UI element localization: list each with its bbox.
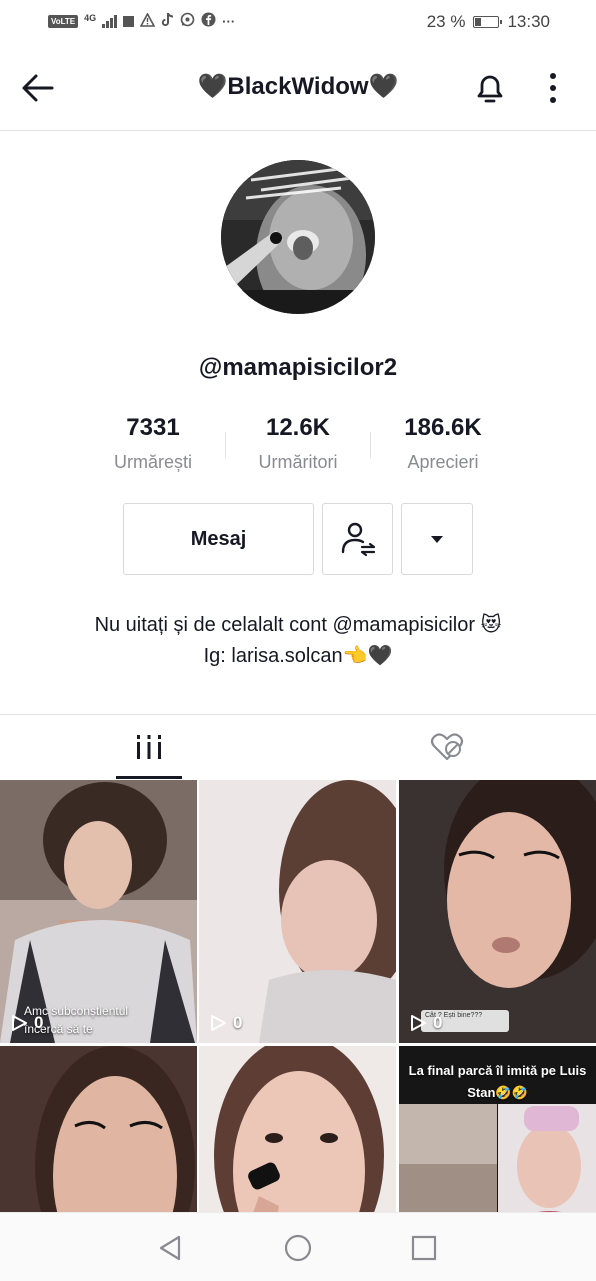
view-count: 0: [10, 1013, 43, 1033]
video-caption: La final parcă îl imită pe Luis Stan🤣🤣: [408, 1063, 587, 1100]
more-notifications-icon: ···: [222, 13, 236, 29]
more-options-button[interactable]: [536, 68, 572, 112]
more-vertical-icon: [550, 73, 556, 103]
avatar[interactable]: [221, 160, 375, 314]
nav-home-button[interactable]: [281, 1231, 315, 1265]
suggestions-dropdown-button[interactable]: [401, 503, 473, 575]
battery-percent: 23 %: [426, 12, 466, 31]
tiktok-icon: [161, 12, 174, 30]
following-label: Urmărești: [113, 452, 192, 472]
view-count-value: 0: [433, 1013, 443, 1032]
bio-line: Nu uitați și de celalalt cont @mamapisic…: [94, 614, 502, 636]
following-status-button[interactable]: [322, 503, 393, 575]
network-type: 4G: [84, 13, 97, 23]
video-grid: Amc subconștientul încercă să te 0 0 Cât…: [0, 780, 596, 1212]
video-caption: Amc subconștientul încercă să te: [24, 1004, 129, 1036]
active-tab-indicator: [116, 776, 182, 779]
video-tile[interactable]: [199, 1046, 396, 1212]
whatsapp-icon: [180, 12, 195, 30]
volte-badge: VoLTE: [48, 14, 79, 28]
facebook-icon: [201, 12, 216, 30]
play-icon: [211, 1015, 226, 1031]
video-tile[interactable]: Cât ? Ești bine??? 0: [399, 780, 596, 1043]
tab-liked[interactable]: [298, 715, 596, 779]
following-count: 7331: [126, 414, 180, 441]
bio: Nu uitați și de celalalt cont @mamapisic…: [0, 610, 596, 672]
view-count-value: 0: [233, 1013, 243, 1032]
video-thumbnail: [199, 1046, 396, 1212]
liked-hidden-icon: [430, 733, 464, 761]
stat-likes[interactable]: 186.6K Aprecieri: [368, 414, 518, 473]
warning-icon: [139, 11, 156, 30]
stat-following[interactable]: 7331 Urmărești: [78, 414, 228, 473]
clock: 13:30: [507, 12, 550, 31]
profile-stats: 7331 Urmărești 12.6K Urmăritori 186.6K A…: [0, 414, 596, 478]
videos-grid-icon: [137, 735, 161, 759]
followers-label: Urmăritori: [258, 452, 338, 472]
play-icon: [12, 1015, 27, 1031]
stat-followers[interactable]: 12.6K Urmăritori: [223, 414, 373, 473]
view-count: 0: [209, 1013, 242, 1033]
notification-square-icon: [123, 15, 135, 27]
system-nav-bar: [0, 1212, 596, 1281]
bio-line: Ig: larisa.solcan👈🖤: [203, 645, 393, 667]
likes-count: 186.6K: [404, 414, 482, 441]
followers-count: 12.6K: [265, 414, 331, 441]
status-bar: VoLTE 4G ··· 23 % 13:30: [0, 0, 596, 46]
tab-videos[interactable]: [0, 715, 298, 779]
likes-label: Aprecieri: [407, 452, 479, 472]
nav-back-button[interactable]: [153, 1231, 187, 1265]
content-tabs: [0, 714, 596, 781]
video-thumbnail: [0, 1046, 197, 1212]
play-icon: [411, 1015, 426, 1031]
view-count-value: 0: [34, 1013, 44, 1032]
video-thumbnail: [399, 780, 596, 1043]
view-count: 0: [409, 1013, 442, 1033]
user-following-icon: [341, 522, 375, 557]
video-tile[interactable]: 0: [199, 780, 396, 1043]
nav-recents-icon: [411, 1235, 437, 1261]
video-tile[interactable]: Amc subconștientul încercă să te 0: [0, 780, 197, 1043]
nav-back-icon: [159, 1235, 181, 1261]
notifications-button[interactable]: [468, 68, 512, 112]
video-tile[interactable]: La final parcă îl imită pe Luis Stan🤣🤣: [399, 1046, 596, 1212]
bell-icon: [477, 75, 503, 103]
nav-recents-button[interactable]: [407, 1231, 441, 1265]
signal-icon: [102, 14, 118, 28]
nav-home-icon: [284, 1234, 312, 1262]
video-tile[interactable]: [0, 1046, 197, 1212]
caret-down-icon: [431, 536, 443, 543]
header: 🖤BlackWidow🖤: [0, 46, 596, 131]
battery-icon: [473, 16, 503, 28]
username: @mamapisicilor2: [198, 354, 398, 381]
video-thumbnail: [199, 780, 396, 1043]
message-button[interactable]: Mesaj: [123, 503, 314, 575]
avatar-image: [221, 160, 375, 314]
